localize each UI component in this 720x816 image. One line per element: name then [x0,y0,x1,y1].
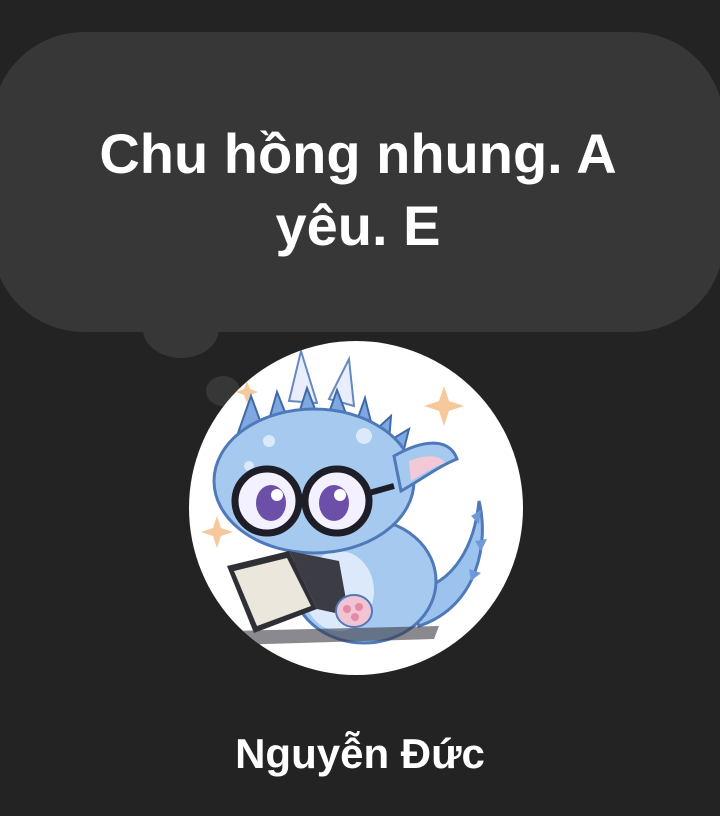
note-bubble[interactable]: Chu hồng nhung. A yêu. E [0,32,720,332]
bubble-tail-large [143,300,219,358]
note-screen: Chu hồng nhung. A yêu. E Nguyễn Đức [0,0,720,816]
note-text: Chu hồng nhung. A yêu. E [99,122,617,257]
dragon-avatar-icon [201,347,487,645]
avatar[interactable] [189,341,523,675]
profile-name: Nguyễn Đức [235,730,485,777]
